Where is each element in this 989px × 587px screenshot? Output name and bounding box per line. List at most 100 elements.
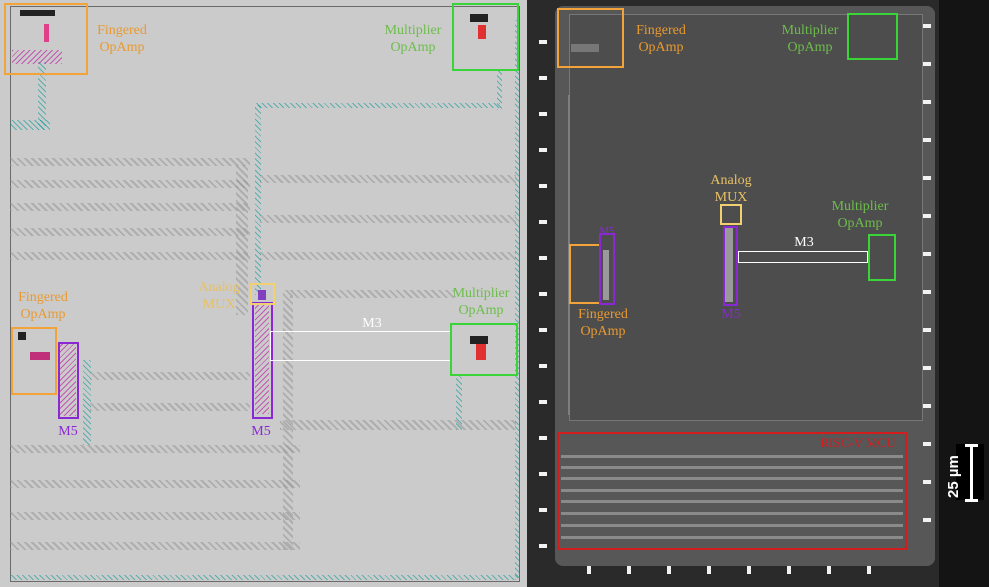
bond-pad — [923, 442, 931, 446]
route-trace — [83, 360, 91, 445]
multiplier-opamp-box-top — [452, 3, 519, 71]
route-trace — [10, 158, 250, 166]
m5-label-right: M5 — [251, 424, 271, 439]
bond-pad — [539, 40, 547, 44]
m3-box — [270, 331, 452, 361]
bond-pad — [923, 328, 931, 332]
route-trace — [10, 120, 50, 130]
mux-cell — [258, 290, 266, 300]
route-trace — [280, 420, 516, 430]
scale-bar-cap-bottom — [965, 499, 978, 502]
multiplier-opamp-die-label-top: Multiplier OpAmp — [781, 23, 839, 55]
fingered-opamp-die-box-top — [557, 8, 624, 68]
bond-pad — [923, 480, 931, 484]
multiplier-opamp-die-box-top — [847, 13, 898, 60]
bond-pad — [923, 366, 931, 370]
bond-pad — [539, 544, 547, 548]
fingered-opamp-die-box-left — [569, 244, 601, 304]
bond-pad — [923, 100, 931, 104]
bond-pad — [923, 24, 931, 28]
multiplier-opamp-die-label-right: Multiplier OpAmp — [831, 199, 889, 231]
multiplier-opamp-die-box-right — [868, 234, 896, 281]
die-photo-panel: Fingered OpAmp Multiplier OpAmp Analog M… — [527, 0, 939, 587]
fingered-opamp-box-left — [11, 327, 57, 395]
fingered-opamp-die-label-top: Fingered OpAmp — [636, 23, 686, 55]
m5-die-box-right — [723, 226, 738, 306]
bond-pad — [827, 566, 831, 574]
route-trace — [497, 70, 502, 110]
bond-pad — [923, 518, 931, 522]
bond-pad — [539, 112, 547, 116]
bond-pad — [923, 62, 931, 66]
fingered-opamp-label-left: Fingered OpAmp — [18, 290, 68, 322]
route-trace — [10, 575, 518, 580]
bond-pad — [539, 328, 547, 332]
route-trace — [260, 252, 516, 260]
m5-label-left: M5 — [58, 424, 78, 439]
multiplier-opamp-label-right: Multiplier OpAmp — [452, 286, 510, 318]
bond-pad — [867, 566, 871, 574]
bond-pad — [539, 472, 547, 476]
route-trace — [10, 542, 300, 550]
fingered-opamp-die-label-left: Fingered OpAmp — [578, 307, 628, 339]
bond-pad — [539, 220, 547, 224]
route-trace — [10, 228, 250, 236]
m3-die-label: M3 — [794, 235, 814, 250]
bond-pad — [587, 566, 591, 574]
bond-pad — [539, 184, 547, 188]
bond-pad — [539, 508, 547, 512]
analog-mux-die-box — [720, 204, 742, 225]
fingered-opamp-box-top — [4, 3, 88, 75]
bond-pad — [539, 364, 547, 368]
route-trace — [10, 512, 300, 520]
m5-die-label-right: M5 — [721, 307, 741, 322]
scale-bar-panel: 25 µm — [939, 0, 989, 587]
bond-pad — [923, 138, 931, 142]
bond-pad — [923, 290, 931, 294]
bond-pad — [707, 566, 711, 574]
m5-die-label-left: M5 — [599, 225, 615, 237]
bond-pad — [747, 566, 751, 574]
route-trace — [255, 103, 500, 108]
route-trace — [283, 290, 293, 550]
bond-pad — [627, 566, 631, 574]
route-trace — [260, 215, 516, 223]
bond-pad — [667, 566, 671, 574]
fingered-opamp-label-top: Fingered OpAmp — [97, 23, 147, 55]
route-trace — [10, 252, 250, 260]
scale-bar-label: 25 µm — [945, 455, 962, 498]
bond-pad — [923, 252, 931, 256]
bond-pad — [539, 436, 547, 440]
bond-pad — [539, 400, 547, 404]
scale-bar-line — [970, 444, 973, 502]
route-trace — [10, 480, 300, 488]
bond-pad — [923, 214, 931, 218]
bond-pad — [539, 148, 547, 152]
route-trace — [90, 403, 250, 411]
bond-pad — [539, 256, 547, 260]
route-trace — [456, 375, 462, 430]
scale-bar-cap-top — [965, 444, 978, 447]
bond-pad — [539, 76, 547, 80]
risc-v-mcu-label: RISC-V MCU — [820, 435, 896, 450]
route-trace — [10, 445, 300, 453]
route-trace — [90, 372, 250, 380]
m5-die-box-left — [599, 233, 615, 305]
analog-mux-label: Analog MUX — [198, 280, 240, 312]
multiplier-opamp-label-top: Multiplier OpAmp — [384, 23, 442, 55]
route-trace — [255, 105, 261, 295]
m5-box-left — [58, 342, 79, 419]
m3-die-box — [738, 251, 868, 263]
route-trace — [260, 175, 516, 183]
multiplier-opamp-box-right — [450, 323, 518, 376]
route-trace — [515, 20, 520, 580]
route-trace — [10, 203, 250, 211]
analog-mux-die-label: Analog MUX — [710, 173, 752, 205]
bond-pad — [787, 566, 791, 574]
bond-pad — [923, 404, 931, 408]
bond-pad — [923, 176, 931, 180]
bond-pad — [539, 292, 547, 296]
m3-label: M3 — [362, 316, 382, 331]
route-trace — [10, 180, 250, 188]
route-trace — [290, 290, 455, 298]
